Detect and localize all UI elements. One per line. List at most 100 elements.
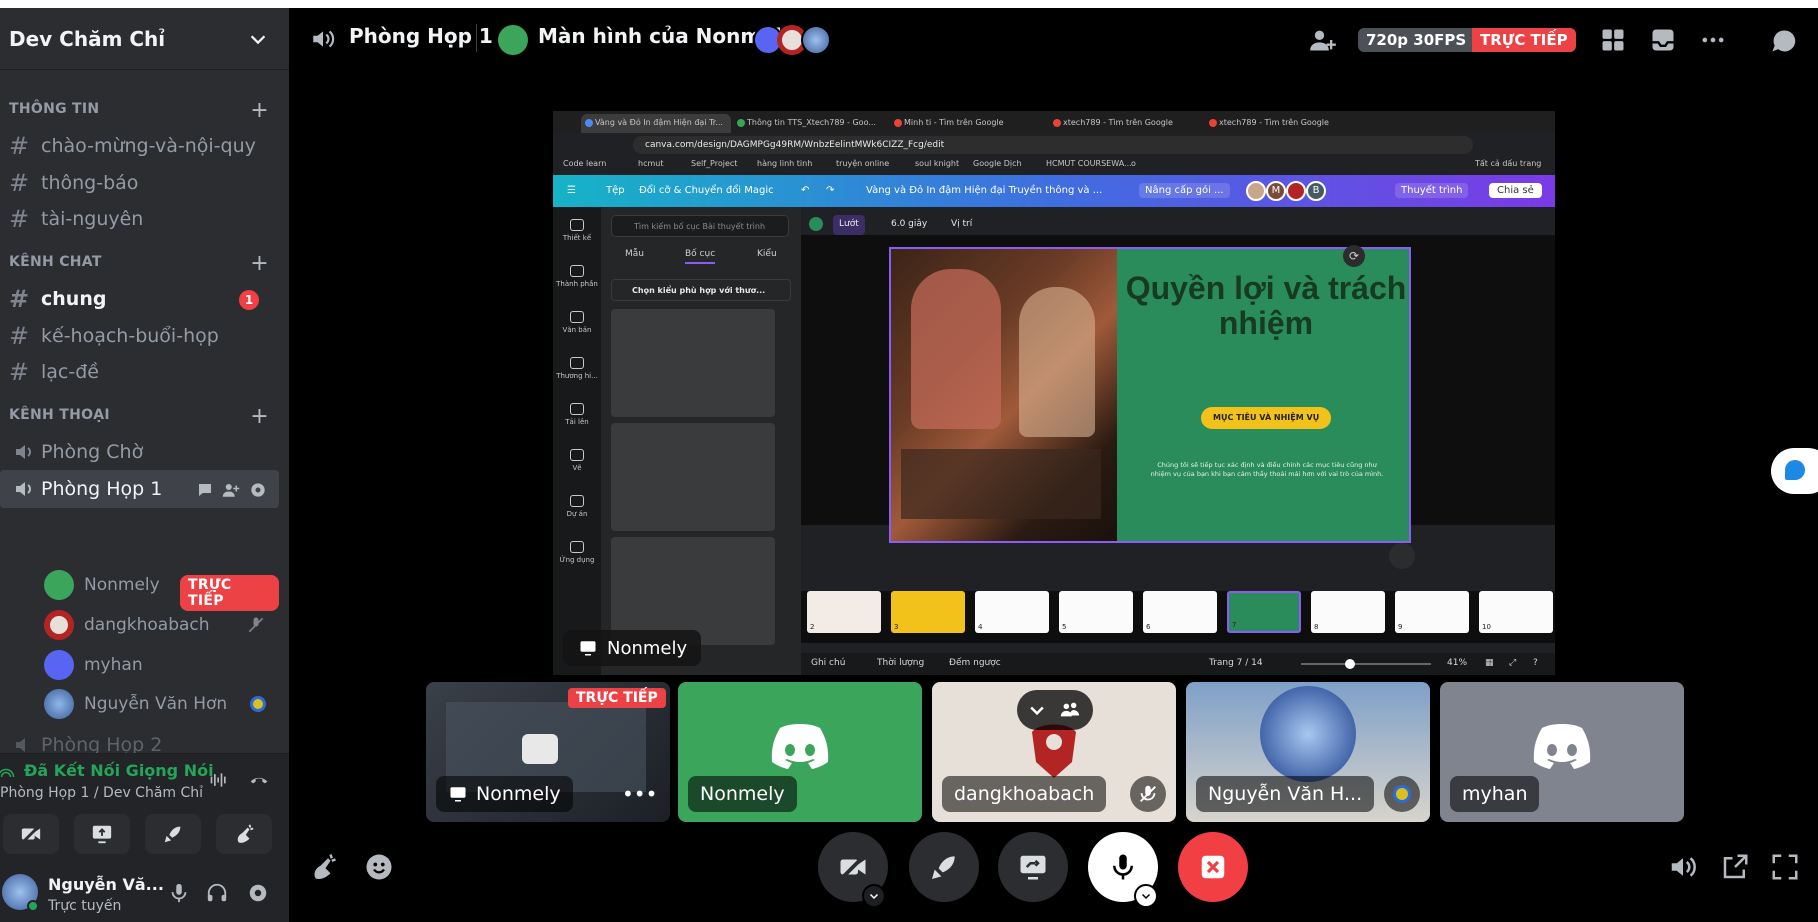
redo-icon[interactable]: ↷ [826,185,834,196]
viewer-avatar[interactable] [801,25,831,55]
duration-footer-button[interactable]: Thời lượng [877,658,924,668]
add-channel-icon[interactable]: + [250,251,269,276]
present-button[interactable]: Thuyết trình [1395,183,1469,198]
zoom-slider[interactable] [1301,663,1431,665]
microphone-icon[interactable] [168,882,190,904]
slide-thumbnail[interactable]: 8 [1311,591,1385,633]
voice-channel-waiting[interactable]: Phòng Chờ [0,433,279,471]
tab-styles[interactable]: Kiểu [757,249,777,259]
activities-button[interactable] [909,832,979,902]
slide-thumbnail[interactable]: 2 [807,591,881,633]
participant-tile[interactable]: dangkhoabach [932,682,1176,822]
add-channel-icon[interactable]: + [250,98,269,123]
category-chat[interactable]: KÊNH CHAT + [0,249,289,276]
more-options-icon[interactable]: ••• [622,782,657,806]
channel-meeting-plan[interactable]: # kế-hoạch-buổi-họp [0,317,279,355]
collaborator-avatar[interactable] [1246,181,1266,201]
voice-member[interactable]: myhan [44,646,279,684]
slide-thumbnail[interactable]: 4 [975,591,1049,633]
nav-uploads[interactable]: Tải lên [553,403,601,426]
tab-templates[interactable]: Mẫu [625,249,644,259]
more-options-icon[interactable] [1699,26,1727,54]
position-button[interactable]: Vị trí [945,215,978,235]
browser-tab[interactable]: Minh ti - Tìm trên Google [890,114,1020,133]
browser-tab[interactable]: Thông tin TTS_Xtech789 - Goo... [733,114,883,133]
bookmark[interactable]: truyện online [836,159,889,168]
nav-brand[interactable]: Thương hi... [553,357,601,380]
volume-icon[interactable] [1668,852,1698,882]
chat-icon[interactable] [1770,27,1798,55]
address-bar[interactable]: canva.com/design/DAGMPGg49RM/WnbzEelintM… [633,136,1473,154]
layout-placeholder[interactable] [611,423,775,531]
voice-member[interactable]: Nguyễn Văn Hơn [44,685,279,723]
disconnect-icon[interactable] [247,770,271,790]
color-swatch[interactable] [809,217,823,231]
nav-design[interactable]: Thiết kế [553,219,601,242]
server-header[interactable]: Dev Chăm Chỉ [0,8,289,70]
file-menu[interactable]: Tệp [606,185,625,196]
grid-view-icon[interactable]: ▦ [1485,658,1494,668]
duration-button[interactable]: 6.0 giây [885,215,933,235]
camera-off-button[interactable] [3,814,59,854]
zoom-slider-handle[interactable] [1345,659,1356,669]
slide-thumbnail[interactable]: 3 [891,591,965,633]
settings-gear-icon[interactable] [247,882,269,904]
transition-button[interactable]: Lướt [833,215,865,235]
bookmark[interactable]: soul knight [915,159,959,168]
undo-icon[interactable]: ↶ [801,185,809,196]
bookmark[interactable]: HCMUT COURSEWA... [1046,159,1132,168]
collaborator-avatar[interactable] [1286,181,1306,201]
style-dropdown[interactable]: Chọn kiểu phù hợp với thươ... [611,279,791,301]
nav-elements[interactable]: Thành phần [553,265,601,288]
participant-tile[interactable]: Nguyễn Văn H... [1186,682,1430,822]
channel-announcements[interactable]: # thông-báo [0,164,279,202]
inbox-icon[interactable] [1649,26,1677,54]
participant-tile[interactable]: Nonmely [678,682,922,822]
layout-search-input[interactable]: Tìm kiếm bố cục Bài thuyết trình [611,215,789,237]
activity-button[interactable] [145,814,201,854]
slide-thumbnail[interactable]: 7 [1227,591,1301,633]
soundboard-icon[interactable] [308,852,338,882]
category-voice[interactable]: KÊNH THOẠI + [0,402,289,429]
nav-draw[interactable]: Vẽ [553,449,601,472]
share-screen-button[interactable] [74,814,130,854]
voice-status[interactable]: Đã Kết Nối Giọng Nói [24,761,214,780]
voice-channel-active[interactable]: Phòng Họp 1 [0,470,279,508]
slide-thumbnail[interactable]: 5 [1059,591,1133,633]
collaborator-avatar[interactable]: B [1306,181,1326,201]
camera-options-caret[interactable] [862,884,886,908]
bookmark[interactable]: o [1131,159,1136,168]
fullscreen-icon[interactable]: ⤢ [1509,658,1516,668]
noise-suppression-icon[interactable] [207,770,231,790]
magic-icon[interactable] [1389,543,1415,569]
focus-people-icon[interactable] [1057,699,1083,721]
voice-member[interactable]: dangkhoabach [44,606,279,644]
document-title[interactable]: Vàng và Đỏ In đậm Hiện đại Truyền thông … [866,185,1102,196]
browser-tab[interactable]: xtech789 - Tìm trên Google [1049,114,1179,133]
bookmark[interactable]: Self_Project [691,159,737,168]
browser-tab[interactable]: xtech789 - Tìm trên Google [1205,114,1335,133]
chevron-down-icon[interactable] [1027,700,1047,720]
share-screen-button[interactable] [998,832,1068,902]
bookmark[interactable]: Code learn [563,159,606,168]
fullscreen-icon[interactable] [1770,852,1800,882]
menu-icon[interactable]: ☰ [567,185,576,196]
tab-layouts[interactable]: Bố cục [685,249,716,264]
mic-options-caret[interactable] [1134,884,1158,908]
layout-placeholder[interactable] [611,309,775,417]
help-icon[interactable]: ? [1533,658,1538,668]
channel-off-topic[interactable]: # lạc-đề [0,353,279,391]
magic-resize-menu[interactable]: Đổi cỡ & Chuyển đổi Magic [639,185,774,196]
category-info[interactable]: THÔNG TIN + [0,96,289,123]
user-name[interactable]: Nguyễn Vă... [48,875,164,894]
bookmark[interactable]: hcmut [638,159,663,168]
nav-text[interactable]: Văn bản [553,311,601,334]
nav-projects[interactable]: Dự án [553,495,601,518]
emoji-icon[interactable] [364,852,394,882]
participant-tile-stream[interactable]: TRỰC TIẾP Nonmely ••• [426,682,670,822]
bookmark[interactable]: Google Dịch [973,159,1022,168]
bookmark[interactable]: Tất cả dấu trang [1475,159,1541,168]
nav-apps[interactable]: Ứng dụng [553,541,601,564]
slide[interactable]: Quyền lợi và trách nhiệm MỤC TIÊU VÀ NHI… [889,247,1411,543]
soundboard-button[interactable] [216,814,272,854]
